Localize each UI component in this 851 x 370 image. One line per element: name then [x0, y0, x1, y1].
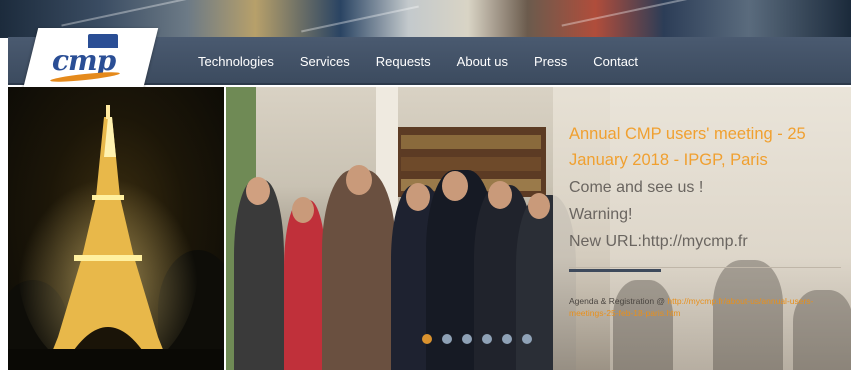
eiffel-tower-icon: [8, 105, 224, 370]
slide-line-new-url: New URL:http://mycmp.fr: [569, 233, 748, 250]
nav-item-services[interactable]: Services: [300, 54, 350, 69]
slide-divider: [569, 267, 841, 268]
slide-caption-panel: Annual CMP users' meeting - 25 January 2…: [553, 87, 851, 370]
eiffel-tower-photo: [8, 87, 224, 370]
nav-item-contact[interactable]: Contact: [593, 54, 638, 69]
nav-menu: Technologies Services Requests About us …: [198, 37, 664, 85]
slide-headline[interactable]: Annual CMP users' meeting - 25 January 2…: [569, 121, 844, 173]
agenda-registration: Agenda & Registration @ http://mycmp.fr/…: [569, 295, 839, 319]
slide-line-warning: Warning!: [569, 206, 633, 223]
slider-pagination: [422, 334, 542, 344]
slider-dot-6[interactable]: [522, 334, 532, 344]
nav-item-about-us[interactable]: About us: [457, 54, 508, 69]
nav-item-press[interactable]: Press: [534, 54, 567, 69]
slider-dot-1[interactable]: [422, 334, 432, 344]
slider-dot-4[interactable]: [482, 334, 492, 344]
slide-line-come-and-see: Come and see us !: [569, 179, 704, 196]
agenda-label: Agenda & Registration @: [569, 296, 668, 306]
slide-divider-accent: [569, 269, 661, 272]
nav-item-requests[interactable]: Requests: [376, 54, 431, 69]
slider-dot-3[interactable]: [462, 334, 472, 344]
slider-dot-2[interactable]: [442, 334, 452, 344]
slider-dot-5[interactable]: [502, 334, 512, 344]
nav-item-technologies[interactable]: Technologies: [198, 54, 274, 69]
site-logo[interactable]: cmp: [21, 28, 159, 94]
